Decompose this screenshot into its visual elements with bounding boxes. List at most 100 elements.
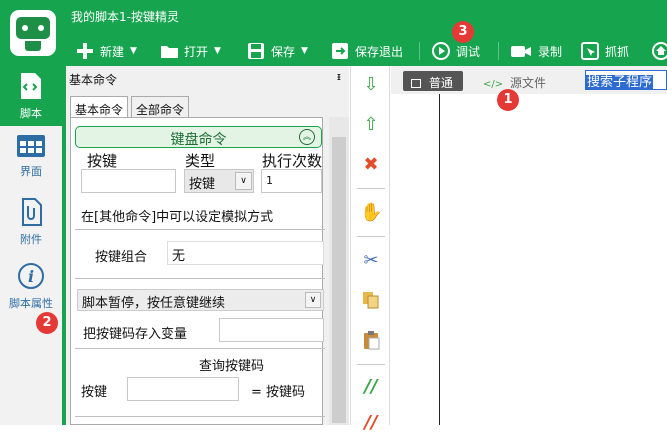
nav-script-label: 脚本	[20, 107, 42, 120]
tab-source[interactable]: </> 源文件	[483, 74, 546, 91]
open-label: 打开	[184, 44, 209, 59]
uncomment-icon[interactable]: //	[360, 412, 382, 434]
combo-value: 无	[172, 249, 186, 264]
col-type-label: 类型	[185, 152, 216, 170]
keyboard-command-title: 键盘命令	[170, 132, 227, 148]
marker-1: 1	[497, 89, 519, 111]
svg-text:i: i	[28, 267, 34, 286]
scrollbar-thumb[interactable]	[332, 137, 346, 423]
type-value: 按键	[189, 177, 216, 192]
title-toolbar-band: 我的脚本1-按键精灵 新建 ▼ 打开 ▼ 保存 ▼ 保存退出 调试 录制 抓抓 …	[0, 0, 667, 66]
attachment-icon	[22, 198, 42, 226]
folder-icon	[160, 42, 178, 60]
nav-script[interactable]: 脚本	[0, 66, 62, 126]
hand-icon[interactable]: ✋	[360, 202, 382, 224]
search-subroutine-text: 搜索子程序	[586, 75, 654, 90]
move-down-icon[interactable]: ⇩	[360, 74, 382, 96]
paste-icon[interactable]	[360, 330, 382, 352]
collapse-icon[interactable]: ︽	[299, 129, 315, 145]
capture-label: 抓抓	[605, 44, 630, 59]
vertical-toolbar: ⇩ ⇧ ✖ ✋ ✂ // //	[350, 66, 390, 433]
comment-icon[interactable]: //	[360, 376, 382, 398]
command-area: 键盘命令 ︽ 按键 类型 执行次数 按键 ∨ 1 在[其他命令]中可以设定模拟方…	[70, 117, 325, 425]
pause-select[interactable]: 脚本暂停，按任意键继续 ∨	[77, 289, 324, 311]
chevron-down-icon[interactable]: ∨	[305, 292, 321, 308]
panel-header: 基本命令 ᵻ	[66, 66, 349, 88]
capture-button[interactable]: 抓抓	[581, 40, 629, 62]
home-icon	[652, 42, 667, 60]
code-editor[interactable]	[391, 94, 667, 425]
record-button[interactable]: 录制	[510, 40, 562, 62]
query-key-input[interactable]	[127, 377, 239, 401]
panel-scrollbar[interactable]	[329, 117, 349, 425]
plus-icon	[76, 42, 94, 60]
keyboard-command-header[interactable]: 键盘命令 ︽	[75, 126, 322, 148]
delete-icon[interactable]: ✖	[360, 154, 382, 176]
save-label: 保存	[271, 44, 296, 59]
query-title: 查询按键码	[199, 359, 265, 374]
copy-icon[interactable]	[360, 290, 382, 312]
times-input[interactable]: 1	[261, 169, 322, 193]
editor-gutter-line	[439, 94, 440, 425]
store-label: 把按键码存入变量	[83, 327, 188, 342]
save-exit-button[interactable]: 保存退出	[331, 40, 403, 62]
nav-attachment[interactable]: 附件	[0, 198, 62, 250]
app-logo	[10, 10, 56, 56]
tab-source-label: 源文件	[509, 76, 546, 90]
nav-script-properties-label: 脚本属性	[9, 297, 53, 310]
dropdown-arrow-icon[interactable]: ▼	[130, 46, 137, 56]
tab-basic-commands[interactable]: 基本命令	[70, 96, 129, 118]
marker-2: 2	[36, 312, 58, 334]
grid-window-icon	[17, 135, 45, 157]
cut-icon[interactable]: ✂	[360, 250, 382, 272]
chevron-down-icon[interactable]: ∨	[235, 172, 252, 190]
query-key-label: 按键	[81, 385, 108, 400]
save-exit-label: 保存退出	[355, 44, 404, 59]
pin-icon[interactable]: ᵻ	[337, 70, 341, 83]
play-icon	[432, 42, 450, 60]
col-times-label: 执行次数	[262, 152, 323, 170]
new-button[interactable]: 新建 ▼	[76, 40, 137, 62]
save-icon	[247, 42, 265, 60]
open-button[interactable]: 打开 ▼	[160, 40, 221, 62]
query-result-label: = 按键码	[251, 385, 306, 400]
record-label: 录制	[538, 44, 563, 59]
debug-label: 调试	[456, 44, 481, 59]
save-button[interactable]: 保存 ▼	[247, 40, 308, 62]
panel-title: 基本命令	[69, 73, 118, 87]
store-variable-input[interactable]	[219, 318, 324, 342]
type-select[interactable]: 按键 ∨	[184, 169, 254, 193]
new-label: 新建	[100, 44, 125, 59]
command-panel: 基本命令 ᵻ 基本命令 全部命令 键盘命令 ︽ 按键 类型 执行次数 按键 ∨ …	[62, 66, 349, 425]
save-exit-icon	[331, 42, 349, 60]
window-title: 我的脚本1-按键精灵	[71, 10, 179, 24]
source-code-icon: </>	[483, 79, 504, 90]
capture-icon	[581, 42, 599, 60]
nav-script-properties[interactable]: i 脚本属性	[0, 262, 62, 314]
combo-input[interactable]: 无	[167, 241, 324, 265]
left-navigation: 脚本 界面 附件 i 脚本属性 2	[0, 66, 62, 425]
script-file-icon	[21, 73, 41, 99]
info-icon: i	[18, 263, 44, 289]
normal-view-icon	[411, 79, 421, 88]
nav-interface[interactable]: 界面	[0, 134, 62, 186]
times-value: 1	[266, 174, 273, 187]
col-key-label: 按键	[87, 152, 118, 170]
combo-label: 按键组合	[95, 250, 148, 265]
nav-interface-label: 界面	[20, 165, 42, 178]
marker-3: 3	[452, 21, 474, 43]
dropdown-arrow-icon[interactable]: ▼	[214, 46, 221, 56]
tab-normal[interactable]: 普通	[403, 71, 463, 91]
hint-text: 在[其他命令]中可以设定模拟方式	[81, 210, 274, 225]
key-input[interactable]	[81, 169, 176, 193]
pause-select-value: 脚本暂停，按任意键继续	[82, 296, 226, 311]
home-button[interactable]	[652, 40, 667, 62]
move-up-icon[interactable]: ⇧	[360, 114, 382, 136]
nav-attachment-label: 附件	[20, 233, 42, 246]
search-subroutine-input[interactable]: 搜索子程序	[585, 70, 667, 90]
tab-all-commands[interactable]: 全部命令	[131, 96, 190, 118]
tab-normal-label: 普通	[428, 76, 453, 90]
dropdown-arrow-icon[interactable]: ▼	[301, 46, 308, 56]
debug-button[interactable]: 调试	[432, 40, 480, 62]
camera-icon	[510, 42, 532, 60]
